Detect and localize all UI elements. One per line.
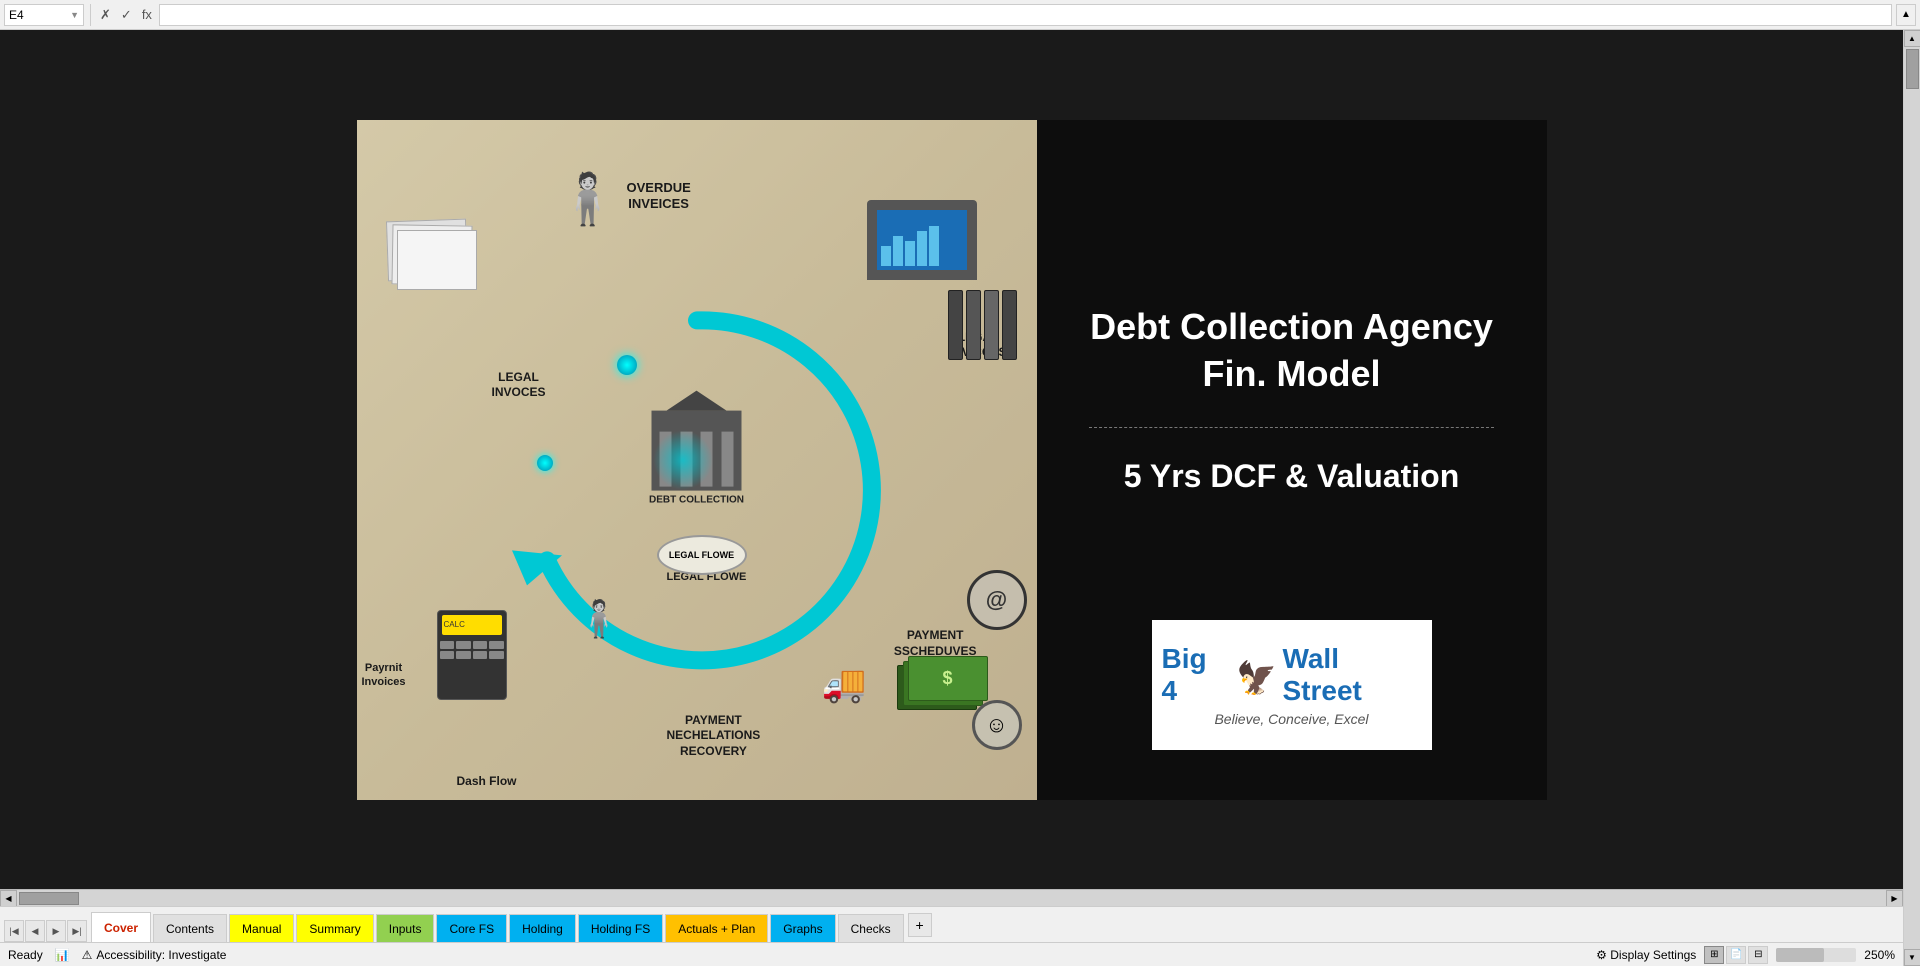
slide-text-panel: Debt Collection Agency Fin. Model 5 Yrs … (1037, 120, 1547, 800)
cell-reference[interactable]: E4 ▼ (4, 4, 84, 26)
zoom-slider[interactable] (1776, 948, 1856, 962)
tab-holding-fs[interactable]: Holding FS (578, 914, 663, 942)
scrollbar-track[interactable] (1904, 47, 1920, 949)
display-settings-label[interactable]: ⚙ Display Settings (1596, 948, 1696, 962)
sheet-nav-buttons: |◀ ◀ ▶ ▶| (0, 920, 91, 942)
scrollbar-thumb[interactable] (1906, 49, 1919, 89)
scrollbar-up-button[interactable]: ▲ (1904, 30, 1920, 47)
slide-container: DEBT COLLECTION OVERDUEINVEICES LEGALINV… (357, 120, 1547, 800)
legal-flowe-badge: LEGAL FLOWE (657, 535, 747, 575)
zoom-level: 250% (1864, 948, 1895, 962)
binders-icon (948, 290, 1017, 360)
formula-bar: E4 ▼ ✗ ✓ fx ▲ (0, 0, 1920, 30)
payment-scheduves-label: PAYMENTSSCHEDUVES (894, 628, 977, 659)
accessibility-label[interactable]: ⚠ Accessibility: Investigate (82, 948, 227, 962)
at-symbol: @ (967, 570, 1027, 630)
circle-arrow-svg (507, 300, 887, 680)
tab-actuals-plan[interactable]: Actuals + Plan (665, 914, 768, 942)
legal-invoces-label: LEGALINVOCES (492, 370, 546, 401)
view-buttons: ⊞ 📄 ⊟ (1704, 946, 1768, 964)
sheet-nav-prev[interactable]: ◀ (25, 920, 45, 942)
cell-content: DEBT COLLECTION OVERDUEINVEICES LEGALINV… (0, 30, 1903, 889)
doc-stack-3 (397, 230, 477, 290)
function-icon[interactable]: fx (139, 7, 155, 22)
zoom-bar (1776, 948, 1824, 962)
overdue-invoices-label: OVERDUEINVEICES (627, 180, 691, 214)
logo-big4: Big 4 (1162, 643, 1228, 707)
hscroll-thumb[interactable] (19, 892, 79, 905)
page-break-button[interactable]: ⊟ (1748, 946, 1768, 964)
svg-text:🦅: 🦅 (1236, 658, 1275, 694)
logo-box: Big 4 🦅 Wall Street Believe, Conceive, E… (1152, 620, 1432, 750)
tab-summary[interactable]: Summary (296, 914, 373, 942)
smiley-icon: ☺ (972, 700, 1022, 750)
logo-eagle-icon: 🦅 (1236, 655, 1275, 695)
slide-subtitle: 5 Yrs DCF & Valuation (1124, 458, 1460, 495)
cash-flow-label: Dash Flow (457, 774, 517, 790)
spreadsheet-area: DEBT COLLECTION OVERDUEINVEICES LEGALINV… (0, 30, 1903, 966)
glow-dot-2 (537, 455, 553, 471)
workbook-stats-icon: 📊 (55, 948, 70, 962)
status-right: ⚙ Display Settings ⊞ 📄 ⊟ 250% (1596, 946, 1895, 964)
logo-text: Big 4 🦅 Wall Street (1162, 643, 1422, 707)
sheet-tabs-area: |◀ ◀ ▶ ▶| Cover Contents Manual Summary … (0, 906, 1903, 942)
payment-negotiations-label: PAYMENTNECHELATIONSRECOVERY (667, 713, 761, 760)
tab-manual[interactable]: Manual (229, 914, 294, 942)
logo-tagline: Believe, Conceive, Excel (1214, 711, 1368, 727)
formula-input[interactable] (159, 4, 1892, 26)
formula-expand-button[interactable]: ▲ (1896, 4, 1916, 26)
display-settings-icon: ⚙ (1596, 948, 1607, 962)
payment-invoices-label: PayrnitInvoices (362, 661, 406, 690)
tab-cover[interactable]: Cover (91, 912, 151, 942)
status-bar: Ready 📊 ⚠ Accessibility: Investigate ⚙ D… (0, 942, 1903, 966)
status-left: Ready 📊 ⚠ Accessibility: Investigate (8, 948, 226, 962)
sheet-nav-first[interactable]: |◀ (4, 920, 24, 942)
illustration: DEBT COLLECTION OVERDUEINVEICES LEGALINV… (357, 120, 1037, 800)
tab-inputs[interactable]: Inputs (376, 914, 435, 942)
glow-dot-1 (617, 355, 637, 375)
money-stack-icon: $ (897, 665, 977, 710)
add-sheet-button[interactable]: + (908, 913, 932, 937)
normal-view-button[interactable]: ⊞ (1704, 946, 1724, 964)
tab-contents[interactable]: Contents (153, 914, 227, 942)
main-area: DEBT COLLECTION OVERDUEINVEICES LEGALINV… (0, 30, 1920, 966)
logo-wallstreet: Wall Street (1282, 643, 1421, 707)
slide-divider (1089, 427, 1494, 428)
right-vertical-scrollbar[interactable]: ▲ ▼ (1903, 30, 1920, 966)
formula-divider (90, 4, 91, 26)
vehicle-icon: 🚚 (822, 663, 867, 705)
hscroll-track[interactable] (17, 890, 1886, 906)
ready-status: Ready (8, 948, 43, 962)
tab-checks[interactable]: Checks (838, 914, 904, 942)
tab-holding[interactable]: Holding (509, 914, 576, 942)
page-layout-button[interactable]: 📄 (1726, 946, 1746, 964)
person-bottom-icon: 🧍 (577, 598, 622, 640)
accessibility-icon: ⚠ (82, 948, 93, 962)
tab-graphs[interactable]: Graphs (770, 914, 835, 942)
sheet-nav-last[interactable]: ▶| (67, 920, 87, 942)
tab-core-fs[interactable]: Core FS (436, 914, 507, 942)
person-top-icon: 🧍 (557, 170, 619, 229)
hscroll-left-button[interactable]: ◀ (0, 890, 17, 907)
confirm-icon[interactable]: ✓ (118, 7, 135, 23)
monitor-icon (867, 200, 977, 280)
slide-illustration: DEBT COLLECTION OVERDUEINVEICES LEGALINV… (357, 120, 1037, 800)
calculator-icon: CALC (437, 610, 507, 700)
cancel-icon[interactable]: ✗ (97, 7, 114, 23)
hscroll-right-button[interactable]: ▶ (1886, 890, 1903, 907)
sheet-nav-next[interactable]: ▶ (46, 920, 66, 942)
glow-effect (653, 430, 713, 490)
horizontal-scrollbar: ◀ ▶ (0, 889, 1903, 906)
tabs-container: Cover Contents Manual Summary Inputs Cor… (91, 907, 904, 942)
slide-title: Debt Collection Agency Fin. Model (1067, 304, 1517, 398)
scrollbar-down-button[interactable]: ▼ (1904, 949, 1920, 966)
